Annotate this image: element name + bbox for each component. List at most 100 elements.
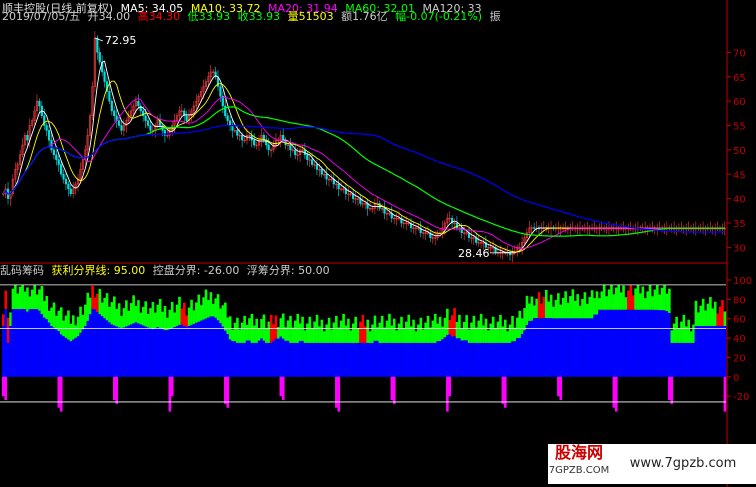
green-bar — [286, 320, 290, 341]
blue-bar — [279, 336, 283, 377]
candle-body — [383, 208, 386, 214]
blue-bar — [195, 322, 198, 377]
blue-bar — [482, 342, 485, 377]
green-bar — [557, 293, 560, 319]
green-bar — [687, 319, 690, 343]
green-bar — [684, 326, 688, 343]
blue-bar — [680, 342, 683, 377]
candlestick-chart: 72.95 28.46 30 35 40 45 50 55 60 65 70 -20 0 20 40 60 8… — [0, 0, 756, 487]
green-bar — [190, 299, 193, 325]
green-bar — [545, 289, 548, 319]
blue-bar — [561, 318, 565, 377]
magenta-bar — [113, 376, 116, 400]
blue-bar — [14, 309, 17, 377]
green-bar — [351, 323, 355, 343]
green-bar — [262, 314, 266, 341]
green-bar — [154, 312, 157, 329]
candle-body — [228, 120, 232, 126]
blue-bar — [149, 328, 152, 377]
blue-bar — [139, 324, 143, 377]
green-bar — [180, 308, 184, 325]
candle-body — [64, 178, 68, 185]
blue-bar — [306, 342, 309, 377]
blue-bar — [417, 342, 420, 377]
blue-bar — [100, 316, 104, 377]
green-bar — [663, 284, 666, 311]
green-bar — [137, 300, 140, 324]
green-bar — [79, 306, 82, 333]
green-bar — [224, 302, 227, 331]
green-bar — [518, 310, 522, 338]
blue-bar — [537, 318, 541, 377]
blue-bar — [557, 318, 560, 377]
green-bar — [723, 311, 727, 326]
blue-bar — [595, 314, 599, 377]
green-bar — [50, 307, 53, 326]
indicator-tick-label: 60 — [733, 315, 746, 326]
green-bar — [588, 297, 592, 319]
green-bar — [508, 324, 512, 343]
green-bar — [33, 284, 36, 310]
blue-bar — [431, 342, 435, 377]
blue-bar — [470, 342, 473, 377]
blue-bar — [545, 318, 548, 377]
blue-bar — [166, 330, 169, 377]
blue-bar — [209, 316, 213, 377]
green-bar — [161, 311, 164, 330]
green-bar — [458, 314, 461, 339]
magenta-bar — [612, 376, 616, 408]
candle-body — [45, 125, 48, 131]
magenta-bar — [559, 376, 563, 400]
blue-bar — [390, 342, 394, 377]
green-bar — [103, 297, 106, 319]
blue-bar — [484, 342, 488, 377]
blue-bar — [518, 337, 522, 377]
blue-bar — [699, 325, 703, 377]
blue-bar — [337, 342, 341, 377]
blue-bar — [178, 324, 181, 377]
blue-bar — [506, 342, 509, 377]
green-bar — [559, 304, 563, 319]
candle-body — [55, 154, 58, 160]
blue-bar — [392, 342, 396, 377]
green-bar — [569, 296, 572, 319]
blue-bar — [617, 309, 621, 377]
blue-bar — [110, 324, 114, 377]
blue-bar — [600, 309, 604, 377]
green-bar — [221, 305, 225, 327]
blue-bar — [472, 342, 476, 377]
green-bar — [243, 315, 246, 343]
green-bar — [646, 291, 649, 310]
candle-body — [98, 52, 101, 63]
green-bar — [76, 316, 80, 337]
magenta-bar — [723, 376, 727, 412]
candle-body — [43, 115, 46, 126]
green-bar — [330, 329, 333, 343]
green-bar — [530, 296, 534, 321]
blue-bar — [532, 318, 536, 377]
green-bar — [185, 315, 189, 328]
green-bar — [173, 312, 176, 328]
green-bar — [598, 298, 601, 310]
blue-bar — [450, 336, 454, 377]
blue-bar — [103, 318, 106, 377]
green-bar — [472, 315, 476, 343]
blue-bar — [376, 340, 379, 377]
green-bar — [540, 303, 543, 319]
green-bar — [255, 318, 259, 343]
green-bar — [368, 331, 372, 343]
green-bar — [617, 284, 621, 310]
green-bar — [487, 330, 490, 343]
blue-bar — [146, 327, 150, 377]
blue-bar — [38, 310, 41, 377]
blue-bar — [400, 342, 403, 377]
green-bar — [38, 289, 41, 311]
green-bar — [561, 298, 565, 319]
blue-bar — [187, 325, 191, 377]
green-bar — [590, 290, 594, 319]
blue-bar — [525, 324, 529, 377]
green-bar — [692, 324, 695, 343]
blue-bar — [30, 309, 34, 377]
blue-bar — [438, 341, 442, 377]
green-bar — [446, 308, 449, 335]
